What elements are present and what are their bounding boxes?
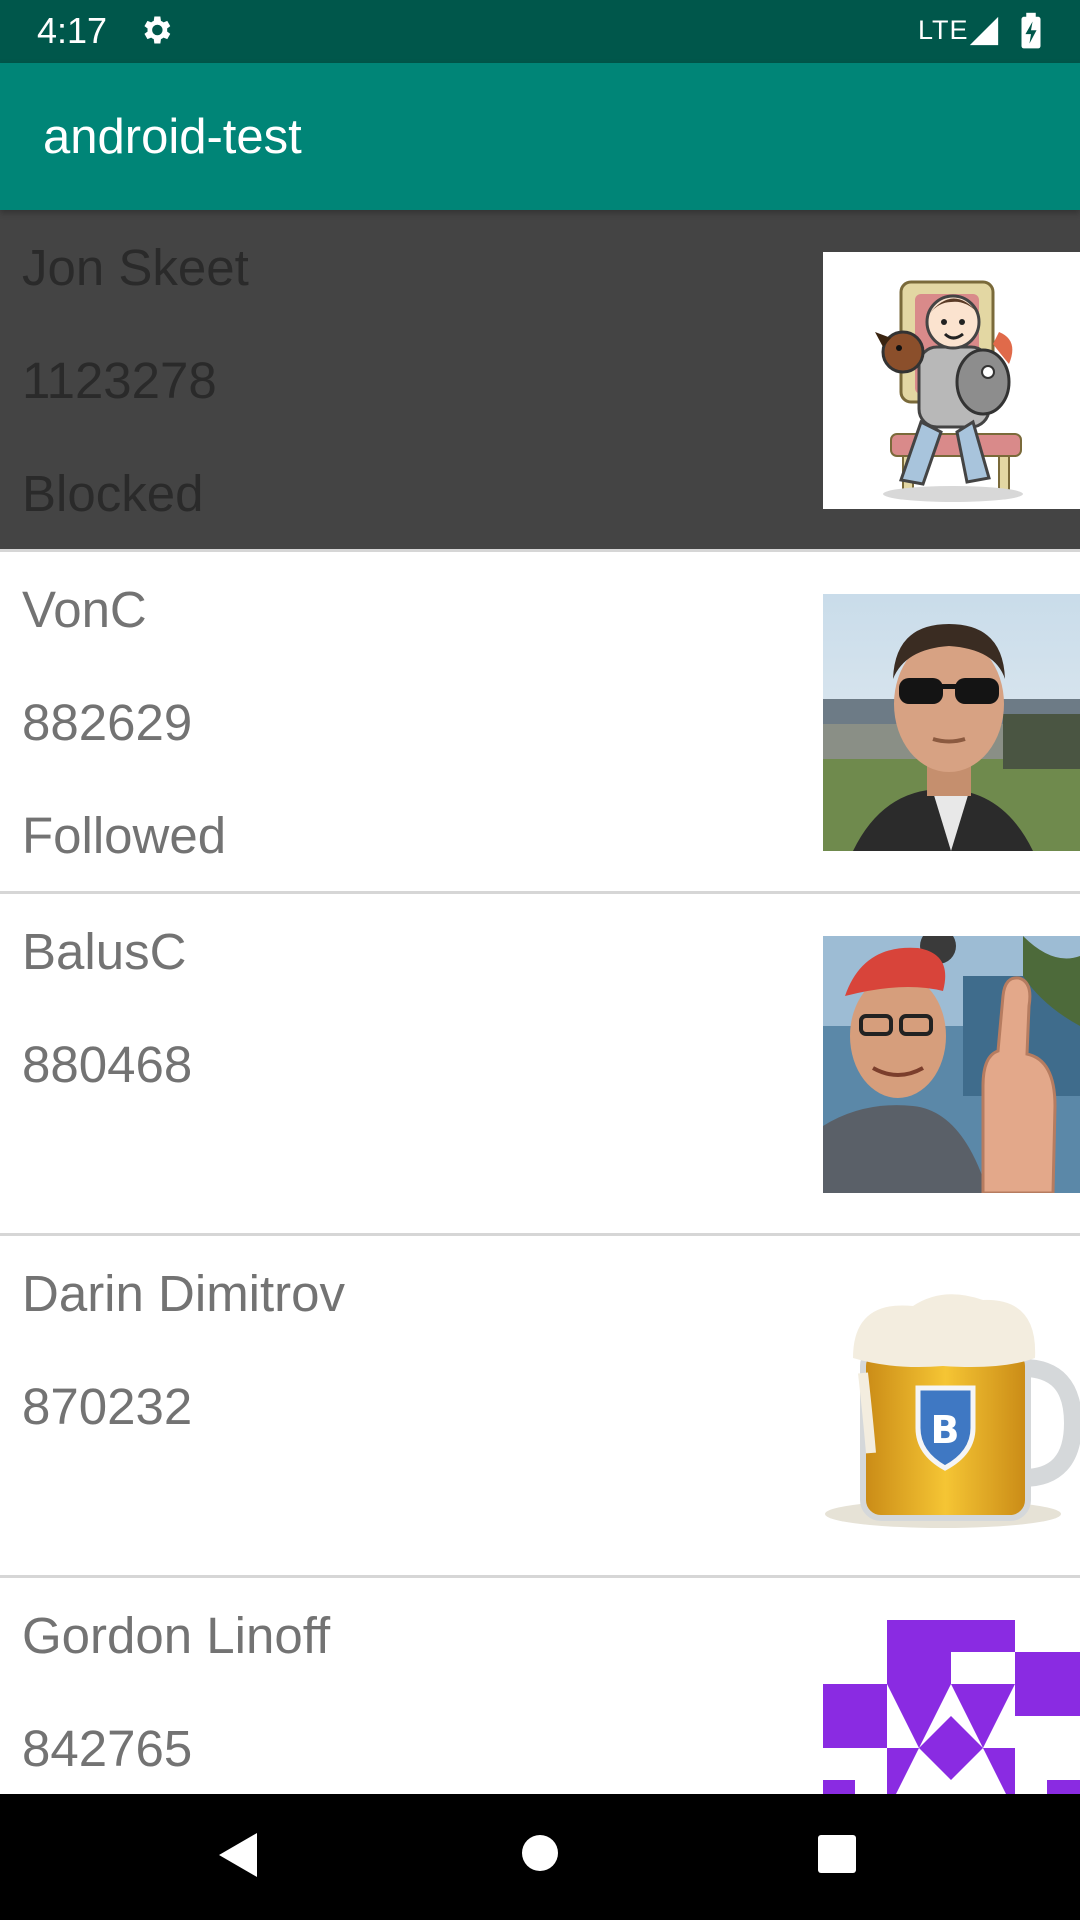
- svg-text:B: B: [931, 1408, 960, 1452]
- home-circle-icon[interactable]: [521, 1834, 559, 1872]
- user-status: Blocked: [22, 465, 204, 522]
- list-item[interactable]: Jon Skeet 1123278 Blocked: [0, 210, 1080, 552]
- user-name: BalusC: [22, 923, 187, 980]
- avatar: [823, 594, 1080, 851]
- user-name: Jon Skeet: [22, 239, 249, 296]
- user-list[interactable]: Jon Skeet 1123278 Blocked VonC 882629 Fo…: [0, 210, 1080, 1794]
- photo-avatar-thumbs-up-image: [823, 936, 1080, 1193]
- user-status: Followed: [22, 807, 227, 864]
- user-name: Darin Dimitrov: [22, 1265, 346, 1322]
- navigation-bar: [0, 1794, 1080, 1920]
- user-reputation: 880468: [22, 1036, 193, 1093]
- avatar: [823, 252, 1080, 509]
- battery-charging-icon: [1021, 12, 1041, 49]
- app-title: android-test: [43, 110, 302, 164]
- user-reputation: 842765: [22, 1720, 193, 1777]
- app-bar: android-test: [0, 63, 1080, 210]
- user-name: VonC: [22, 581, 147, 638]
- user-reputation: 1123278: [22, 352, 217, 409]
- identicon-avatar-image: [823, 1620, 1080, 1794]
- gear-icon: [144, 16, 171, 44]
- network-type: LTE: [918, 15, 969, 45]
- cell-signal-icon: [969, 16, 999, 46]
- status-time: 4:17: [37, 10, 108, 51]
- user-name: Gordon Linoff: [22, 1607, 331, 1664]
- avatar: B: [823, 1278, 1080, 1535]
- recents-square-icon[interactable]: [817, 1834, 857, 1874]
- list-item[interactable]: BalusC 880468: [0, 894, 1080, 1236]
- beer-mug-avatar-image: B: [823, 1278, 1080, 1535]
- user-reputation: 870232: [22, 1378, 193, 1435]
- cartoon-avatar-image: [823, 252, 1080, 509]
- avatar: [823, 1620, 1080, 1794]
- back-triangle-icon[interactable]: [217, 1831, 259, 1879]
- status-bar: 4:17 LTE: [0, 0, 1080, 63]
- photo-avatar-sunglasses-image: [823, 594, 1080, 851]
- user-reputation: 882629: [22, 694, 193, 751]
- list-item[interactable]: Darin Dimitrov 870232 B: [0, 1236, 1080, 1578]
- list-item[interactable]: Gordon Linoff 842765: [0, 1578, 1080, 1794]
- avatar: [823, 936, 1080, 1193]
- list-item[interactable]: VonC 882629 Followed: [0, 552, 1080, 894]
